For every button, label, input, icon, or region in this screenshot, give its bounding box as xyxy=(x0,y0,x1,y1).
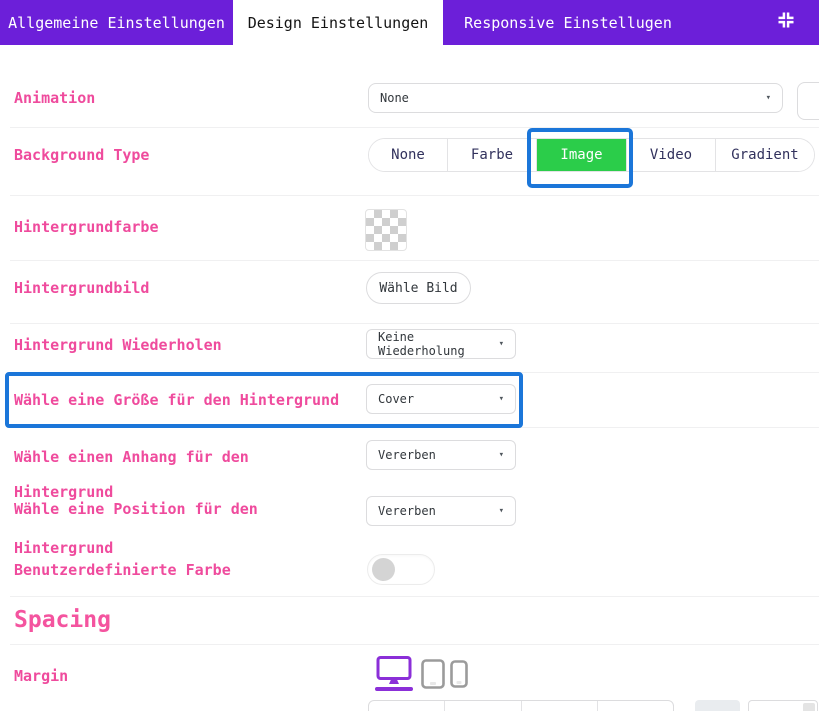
animation-aux-control[interactable] xyxy=(797,82,819,120)
margin-unit-stepper[interactable] xyxy=(803,703,815,711)
background-size-label: Wähle eine Größe für den Hintergrund xyxy=(14,392,339,408)
tab-allgemeine-einstellungen[interactable]: Allgemeine Einstellungen xyxy=(0,0,233,45)
background-position-label-line2: Hintergrund xyxy=(14,540,113,556)
choose-image-button[interactable]: Wähle Bild xyxy=(366,272,471,304)
background-size-value: Cover xyxy=(378,392,414,406)
background-type-farbe-button[interactable]: Farbe xyxy=(448,139,537,171)
tab-responsive-einstellungen[interactable]: Responsive Einstellugen xyxy=(443,0,693,45)
tablet-icon xyxy=(421,674,445,693)
tab-design-einstellungen[interactable]: Design Einstellungen xyxy=(233,0,443,45)
row-divider xyxy=(10,427,819,428)
margin-bottom-input[interactable] xyxy=(522,701,598,711)
background-type-image-button[interactable]: Image xyxy=(537,139,627,171)
margin-link-values-button[interactable] xyxy=(695,700,740,711)
chevron-down-icon: ▾ xyxy=(499,507,504,516)
margin-left-input[interactable] xyxy=(598,701,673,711)
chevron-down-icon: ▾ xyxy=(499,395,504,404)
row-divider xyxy=(10,372,819,373)
background-position-select[interactable]: Vererben ▾ xyxy=(366,496,516,526)
animation-label: Animation xyxy=(14,90,95,106)
background-type-none-button[interactable]: None xyxy=(369,139,448,171)
background-size-select[interactable]: Cover ▾ xyxy=(366,384,516,414)
chevron-down-icon: ▾ xyxy=(499,451,504,460)
device-tablet-button[interactable] xyxy=(421,659,445,693)
mobile-icon xyxy=(450,673,468,692)
device-mobile-button[interactable] xyxy=(450,660,468,692)
background-attachment-label-line1: Wähle einen Anhang für den xyxy=(14,449,249,465)
compress-button[interactable] xyxy=(774,10,798,34)
background-type-button-group: None Farbe Image Video Gradient xyxy=(368,138,815,172)
active-device-indicator xyxy=(375,687,413,691)
background-type-gradient-button[interactable]: Gradient xyxy=(716,139,814,171)
row-divider xyxy=(10,596,819,597)
background-image-label: Hintergrundbild xyxy=(14,280,149,296)
tab-bar: Allgemeine Einstellungen Design Einstell… xyxy=(0,0,819,45)
background-attachment-label-line2: Hintergrund xyxy=(14,484,113,500)
animation-select[interactable]: None ▾ xyxy=(368,83,783,113)
background-color-swatch[interactable] xyxy=(365,209,407,251)
background-position-label-line1: Wähle eine Position für den xyxy=(14,501,258,517)
margin-label: Margin xyxy=(14,668,68,684)
device-desktop-button[interactable] xyxy=(374,656,414,690)
margin-values-input-group xyxy=(368,700,674,711)
background-repeat-value: Keine Wiederholung xyxy=(378,330,499,358)
background-attachment-value: Vererben xyxy=(378,448,436,462)
spacing-section-title: Spacing xyxy=(14,607,111,633)
custom-color-label: Benutzerdefinierte Farbe xyxy=(14,562,231,578)
animation-select-value: None xyxy=(380,91,409,105)
margin-unit-input[interactable] xyxy=(748,700,818,711)
chevron-down-icon: ▾ xyxy=(499,340,504,349)
background-position-value: Vererben xyxy=(378,504,436,518)
background-color-label: Hintergrundfarbe xyxy=(14,219,159,235)
background-attachment-select[interactable]: Vererben ▾ xyxy=(366,440,516,470)
margin-right-input[interactable] xyxy=(445,701,521,711)
margin-top-input[interactable] xyxy=(369,701,445,711)
row-divider xyxy=(10,127,819,128)
background-type-video-button[interactable]: Video xyxy=(627,139,716,171)
row-divider xyxy=(10,323,819,324)
row-divider xyxy=(10,644,819,645)
row-divider xyxy=(10,260,819,261)
compress-arrows-icon xyxy=(776,10,796,34)
row-divider xyxy=(10,195,819,196)
chevron-down-icon: ▾ xyxy=(766,94,771,103)
background-repeat-label: Hintergrund Wiederholen xyxy=(14,337,222,353)
design-settings-panel: Allgemeine Einstellungen Design Einstell… xyxy=(0,0,819,711)
background-repeat-select[interactable]: Keine Wiederholung ▾ xyxy=(366,329,516,359)
background-type-label: Background Type xyxy=(14,147,149,163)
toggle-knob xyxy=(372,558,395,581)
custom-color-toggle[interactable] xyxy=(367,554,435,585)
